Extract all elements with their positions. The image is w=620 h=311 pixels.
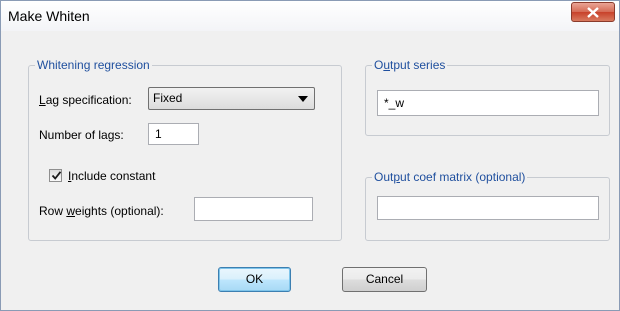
number-of-lags-input[interactable]: 1 [148,123,199,145]
dialog-title: Make Whiten [8,8,90,24]
number-of-lags-label: Number of lags: [39,128,124,142]
make-whiten-dialog: Make Whiten Whitening regression Lag spe… [0,0,620,311]
close-button[interactable] [571,2,615,22]
checkmark-icon [51,171,62,180]
title-bar[interactable]: Make Whiten [1,1,619,31]
lag-specification-select[interactable]: Fixed [148,87,315,110]
output-coef-input[interactable] [377,196,599,220]
close-icon [587,7,599,18]
lag-specification-value: Fixed [153,91,183,105]
ok-button[interactable]: OK [218,267,291,292]
output-coef-legend: Output coef matrix (optional) [372,170,528,184]
include-constant-label[interactable]: Include constant [68,169,155,183]
cancel-button[interactable]: Cancel [342,267,427,292]
chevron-down-icon [298,96,308,102]
row-weights-label: Row weights (optional): [39,204,164,218]
include-constant-checkbox[interactable] [49,169,62,182]
output-series-input[interactable]: *_w [377,90,599,116]
row-weights-input[interactable] [194,197,313,221]
lag-specification-label: Lag specification: [39,93,132,107]
whitening-regression-legend: Whitening regression [35,58,152,72]
output-series-legend: Output series [372,58,448,72]
